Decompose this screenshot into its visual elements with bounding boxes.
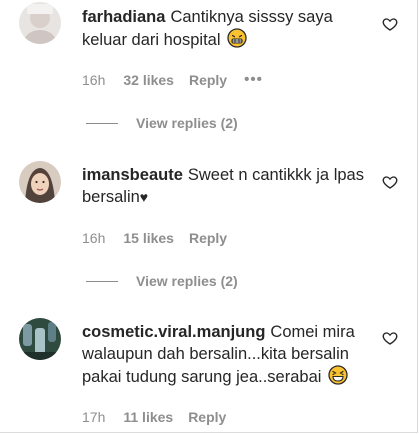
comment-timestamp[interactable]: 16h [82, 230, 105, 246]
divider-line [86, 280, 118, 282]
divider-line [86, 122, 118, 124]
avatar[interactable] [19, 161, 61, 203]
comment-likes[interactable]: 15 likes [123, 230, 174, 246]
avatar[interactable] [19, 318, 61, 360]
grimacing-face-icon [227, 28, 247, 48]
comment-timestamp[interactable]: 17h [82, 409, 105, 425]
comment-text: farhadiana Cantiknya sisssy saya keluar d… [82, 6, 372, 51]
comment-username[interactable]: imansbeaute [82, 166, 183, 184]
comment-timestamp[interactable]: 16h [82, 72, 105, 88]
reply-button[interactable]: Reply [188, 409, 226, 425]
heart-emoji: ♥ [139, 189, 149, 205]
comment-text: imansbeaute Sweet n cantikkk ja lpas bers… [82, 164, 372, 208]
comment-meta: 16h 32 likes Reply ••• [82, 71, 263, 88]
like-heart-icon[interactable] [382, 174, 398, 190]
view-replies-button[interactable]: View replies (2) [86, 273, 238, 289]
reply-button[interactable]: Reply [189, 72, 227, 88]
comment-likes[interactable]: 11 likes [123, 409, 173, 425]
reply-button[interactable]: Reply [189, 230, 227, 246]
comment-username[interactable]: cosmetic.viral.manjung [82, 323, 265, 341]
comments-panel: farhadiana Cantiknya sisssy saya keluar d… [0, 0, 418, 433]
comment-username[interactable]: farhadiana [82, 8, 165, 26]
laughing-face-icon [328, 365, 348, 385]
comment-likes[interactable]: 32 likes [123, 72, 174, 88]
comment-meta: 17h 11 likes Reply [82, 409, 243, 425]
comment-text: cosmetic.viral.manjung Comei mira walaupu… [82, 321, 372, 388]
avatar[interactable] [19, 2, 61, 44]
view-replies-label: View replies (2) [136, 273, 238, 289]
like-heart-icon[interactable] [382, 16, 398, 32]
like-heart-icon[interactable] [382, 330, 398, 346]
view-replies-button[interactable]: View replies (2) [86, 115, 238, 131]
view-replies-label: View replies (2) [136, 115, 238, 131]
comment-meta: 16h 15 likes Reply [82, 230, 244, 246]
more-options-icon[interactable]: ••• [244, 71, 263, 88]
